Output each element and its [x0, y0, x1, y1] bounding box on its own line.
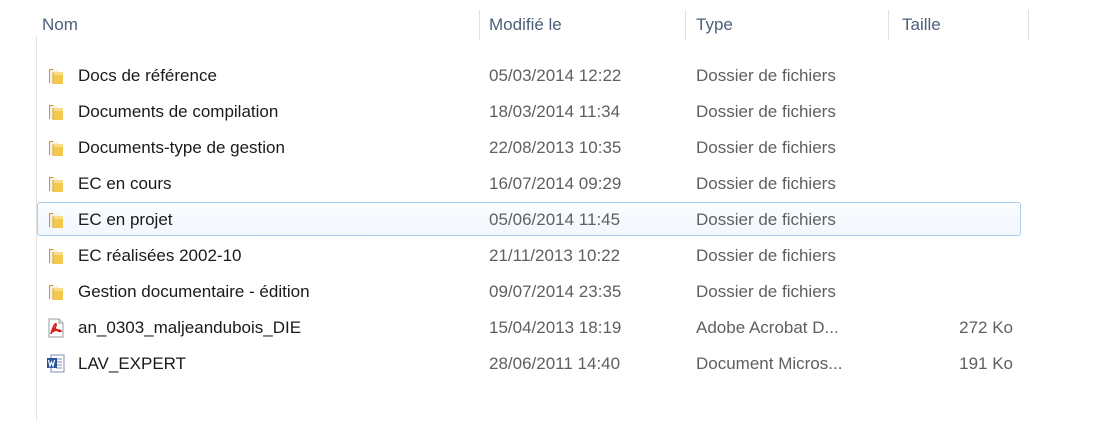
file-size	[918, 239, 1013, 273]
column-divider[interactable]	[1028, 10, 1029, 40]
file-row[interactable]: EC réalisées 2002-10 21/11/2013 10:22 Doss…	[37, 238, 1021, 272]
file-type: Dossier de fichiers	[696, 210, 836, 229]
file-row[interactable]: Docs de référence 05/03/2014 12:22 Dossier…	[37, 58, 1021, 92]
file-modified: 05/03/2014 12:22	[489, 66, 622, 85]
file-name: Docs de référence	[78, 66, 217, 85]
folder-icon	[46, 210, 66, 230]
file-type: Dossier de fichiers	[696, 282, 836, 301]
file-type: Document Micros...	[696, 354, 843, 373]
folder-icon	[46, 282, 66, 302]
file-size: 272 Ko	[959, 318, 1013, 337]
file-row[interactable]: EC en projet 05/06/2014 11:45 Dossier de f…	[37, 202, 1021, 236]
column-divider[interactable]	[479, 10, 480, 40]
file-row[interactable]: EC en cours 16/07/2014 09:29 Dossier de fi…	[37, 166, 1021, 200]
column-header-size[interactable]: Taille	[896, 0, 1026, 38]
folder-icon	[46, 174, 66, 194]
file-name: Gestion documentaire - édition	[78, 282, 310, 301]
folder-icon	[46, 66, 66, 86]
file-type: Dossier de fichiers	[696, 246, 836, 265]
file-name: EC réalisées 2002-10	[78, 246, 242, 265]
file-modified: 18/03/2014 11:34	[489, 102, 621, 121]
file-modified: 05/06/2014 11:45	[489, 210, 621, 229]
file-type: Dossier de fichiers	[696, 174, 836, 193]
file-size: 191 Ko	[959, 354, 1013, 373]
file-name: EC en cours	[78, 174, 172, 193]
file-modified: 22/08/2013 10:35	[489, 138, 622, 157]
file-size	[918, 95, 1013, 129]
file-modified: 28/06/2011 14:40	[489, 354, 621, 373]
file-name: an_0303_maljeandubois_DIE	[78, 318, 302, 337]
column-header-type[interactable]: Type	[690, 0, 888, 38]
file-type: Dossier de fichiers	[696, 102, 836, 121]
column-header-bar: Nom Modifié le Type Taille	[0, 0, 1030, 40]
folder-icon	[46, 246, 66, 266]
file-row[interactable]: Documents de compilation 18/03/2014 11:34…	[37, 94, 1021, 128]
file-size	[918, 167, 1013, 201]
file-type: Dossier de fichiers	[696, 138, 836, 157]
file-name: Documents-type de gestion	[78, 138, 285, 157]
column-divider[interactable]	[685, 10, 686, 40]
file-type: Dossier de fichiers	[696, 66, 836, 85]
file-type: Adobe Acrobat D...	[696, 318, 839, 337]
file-name: LAV_EXPERT	[78, 354, 187, 373]
column-header-modified[interactable]: Modifié le	[483, 0, 685, 38]
column-divider[interactable]	[888, 10, 889, 40]
file-row[interactable]: Gestion documentaire - édition 09/07/2014…	[37, 274, 1021, 308]
file-size	[918, 131, 1013, 165]
word-doc-icon	[46, 354, 66, 374]
file-name: EC en projet	[78, 210, 173, 229]
file-modified: 21/11/2013 10:22	[489, 246, 621, 265]
file-row[interactable]: an_0303_maljeandubois_DIE 15/04/2013 18:1…	[37, 310, 1021, 344]
file-modified: 15/04/2013 18:19	[489, 318, 622, 337]
file-modified: 09/07/2014 23:35	[489, 282, 622, 301]
file-name: Documents de compilation	[78, 102, 279, 121]
file-modified: 16/07/2014 09:29	[489, 174, 622, 193]
pdf-icon	[46, 318, 66, 338]
file-size	[918, 203, 1013, 237]
folder-icon	[46, 102, 66, 122]
column-header-name[interactable]: Nom	[36, 0, 479, 38]
folder-icon	[46, 138, 66, 158]
file-row[interactable]: LAV_EXPERT 28/06/2011 14:40 Document Micro…	[37, 346, 1021, 380]
file-size	[918, 275, 1013, 309]
file-size	[918, 59, 1013, 93]
file-row[interactable]: Documents-type de gestion 22/08/2013 10:3…	[37, 130, 1021, 164]
